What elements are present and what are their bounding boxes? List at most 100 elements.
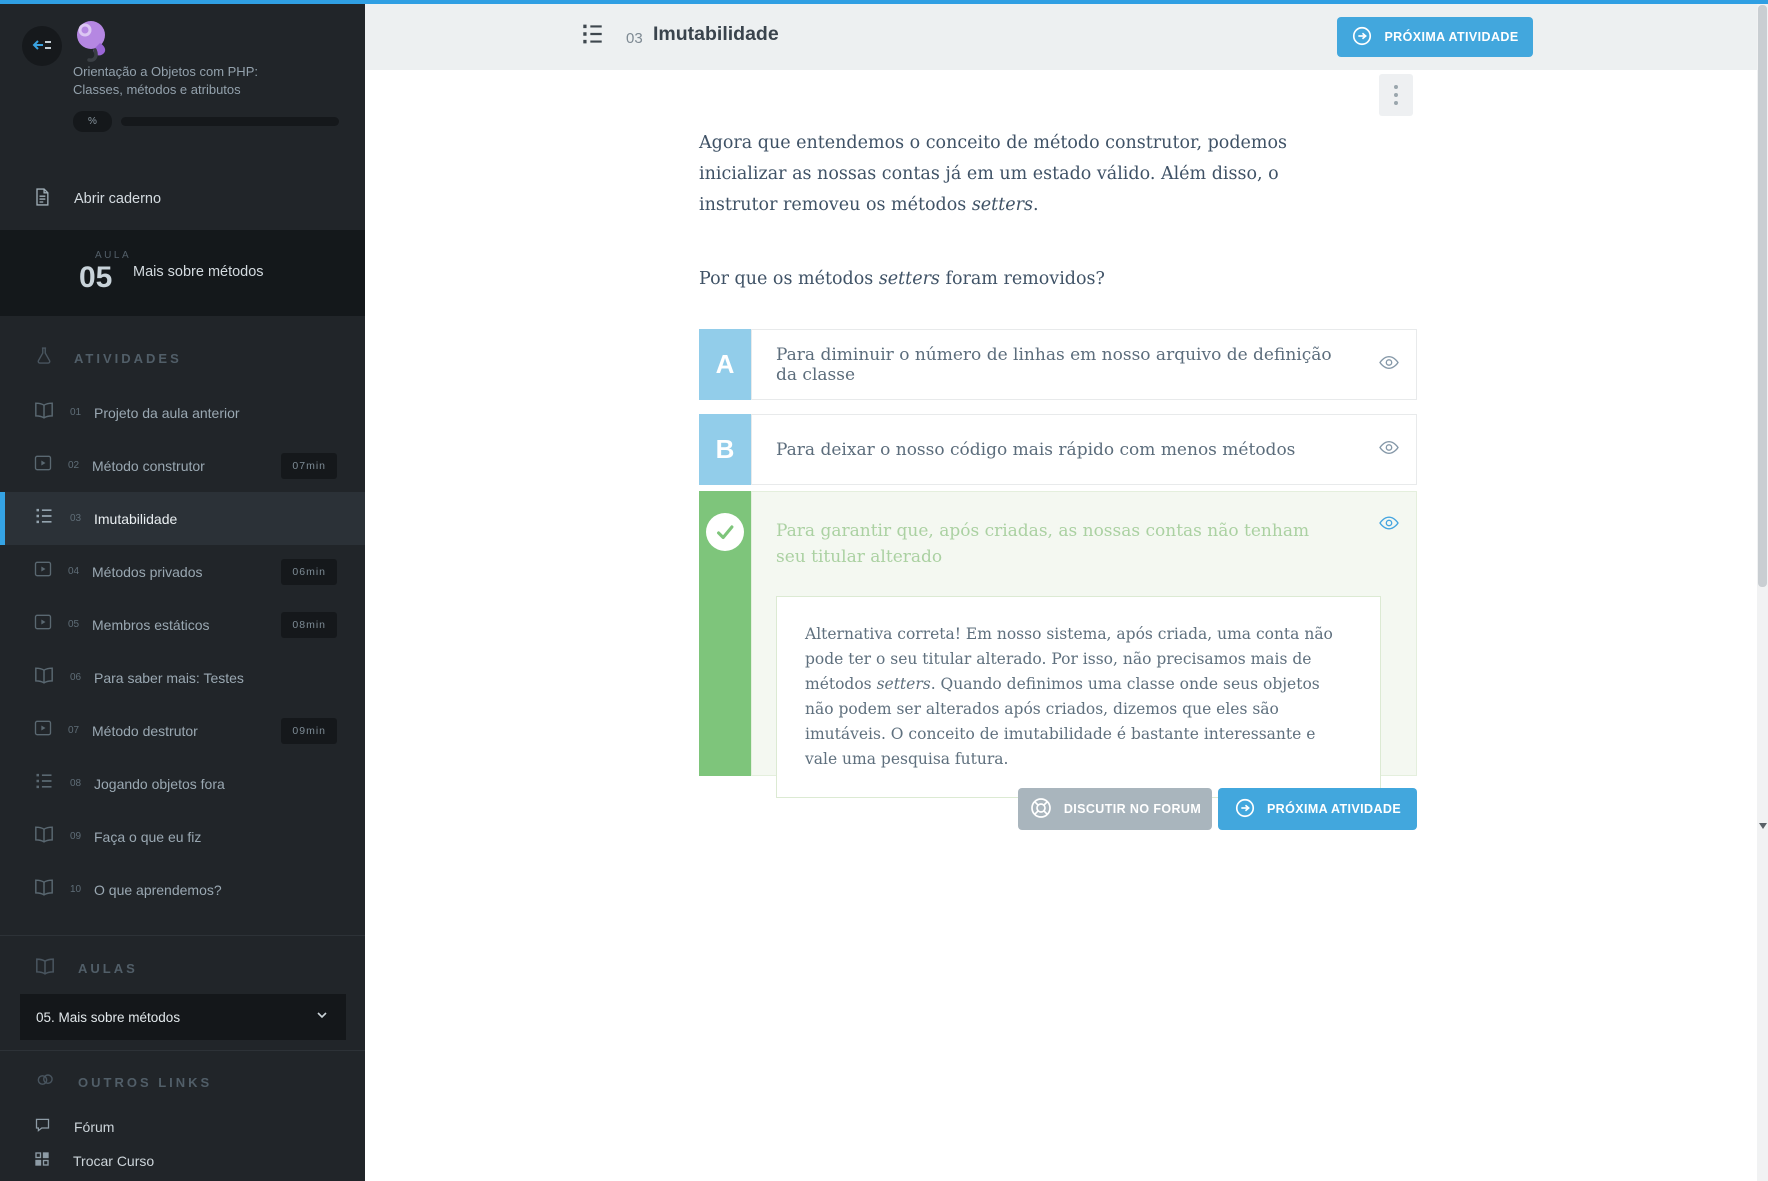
- lifebuoy-icon: [1029, 796, 1053, 823]
- lesson-select-dropdown[interactable]: 05. Mais sobre métodos: [20, 994, 346, 1040]
- eye-icon[interactable]: [1378, 438, 1400, 461]
- course-progress: %: [73, 111, 339, 132]
- duration-badge: 06min: [281, 558, 337, 585]
- option-b-body[interactable]: Para deixar o nosso código mais rápido c…: [751, 414, 1417, 485]
- activity-header: 03 Imutabilidade PRÓXIMA ATIVIDADE: [365, 4, 1768, 70]
- activity-label: O que aprendemos?: [94, 881, 222, 898]
- activity-label: Faça o que eu fiz: [94, 828, 202, 845]
- book-icon: [33, 665, 55, 690]
- collapse-arrow-icon: [30, 33, 54, 60]
- list-icon: [33, 771, 55, 796]
- arrow-right-circle-icon: [1234, 797, 1256, 822]
- arrow-right-circle-icon: [1351, 25, 1373, 50]
- sidebar-item-metodos-privados[interactable]: 04 Métodos privados 06min: [0, 545, 365, 598]
- section-divider: [0, 1050, 365, 1051]
- activity-number: 08: [70, 778, 82, 789]
- flask-icon: [34, 344, 54, 373]
- lesson-title: Mais sobre métodos: [133, 264, 264, 280]
- activity-number: 03: [626, 30, 643, 47]
- activity-label: Para saber mais: Testes: [94, 669, 244, 686]
- course-title-line1: Orientação a Objetos com PHP:: [73, 64, 258, 79]
- outros-links-header-label: OUTROS LINKS: [78, 1075, 213, 1090]
- section-divider: [0, 935, 365, 936]
- course-mascot-icon: [70, 18, 116, 68]
- option-letter-b: B: [699, 414, 751, 485]
- activity-number: 04: [68, 566, 80, 577]
- collapse-sidebar-button[interactable]: [22, 26, 62, 66]
- sidebar-item-projeto-da-aula-anterior[interactable]: 01 Projeto da aula anterior: [0, 386, 365, 439]
- eye-icon[interactable]: [1378, 353, 1400, 376]
- duration-badge: 07min: [281, 452, 337, 479]
- scrollbar-thumb[interactable]: [1758, 5, 1767, 587]
- question-text: Por que os métodos: [699, 268, 879, 289]
- open-book-icon: [34, 956, 56, 981]
- activity-number: 05: [68, 619, 80, 630]
- activity-label: Método construtor: [92, 457, 205, 474]
- quiz-list-icon: [579, 21, 606, 52]
- sidebar-item-membros-estaticos[interactable]: 05 Membros estáticos 08min: [0, 598, 365, 651]
- sidebar-link-trocar-curso[interactable]: Trocar Curso: [0, 1146, 365, 1176]
- discuss-forum-button[interactable]: DISCUTIR NO FORUM: [1018, 788, 1212, 830]
- progress-percent-badge: %: [73, 111, 112, 132]
- list-icon: [33, 506, 55, 531]
- kebab-dot: [1394, 85, 1398, 89]
- aulas-section-header: AULAS: [34, 956, 138, 981]
- sidebar-item-metodo-construtor[interactable]: 02 Método construtor 07min: [0, 439, 365, 492]
- progress-bar: [120, 117, 339, 126]
- answer-option-b[interactable]: B Para deixar o nosso código mais rápido…: [699, 414, 1417, 485]
- correct-option-body[interactable]: Para garantir que, após criadas, as noss…: [751, 491, 1417, 798]
- discuss-forum-label: DISCUTIR NO FORUM: [1063, 802, 1202, 816]
- book-icon: [33, 824, 55, 849]
- eye-icon-active[interactable]: [1378, 514, 1400, 537]
- lesson-select-value: 05. Mais sobre métodos: [36, 1009, 181, 1025]
- course-title: Orientação a Objetos com PHP: Classes, m…: [73, 63, 258, 99]
- next-activity-button-top[interactable]: PRÓXIMA ATIVIDADE: [1337, 17, 1533, 57]
- sidebar-item-para-saber-mais-testes[interactable]: 06 Para saber mais: Testes: [0, 651, 365, 704]
- chevron-down-icon: [314, 1007, 330, 1028]
- sidebar-item-faca-o-que-eu-fiz[interactable]: 09 Faça o que eu fiz: [0, 810, 365, 863]
- video-icon: [33, 718, 53, 743]
- sidebar-link-forum[interactable]: Fórum: [0, 1112, 365, 1142]
- scrollbar[interactable]: [1757, 4, 1768, 1181]
- book-icon: [33, 400, 55, 425]
- sidebar-item-jogando-objetos-fora[interactable]: 08 Jogando objetos fora: [0, 757, 365, 810]
- duration-badge: 08min: [281, 611, 337, 638]
- question-text: foram removidos?: [939, 268, 1105, 289]
- course-title-line2: Classes, métodos e atributos: [73, 82, 241, 97]
- activity-number: 03: [70, 513, 82, 524]
- kebab-dot: [1394, 93, 1398, 97]
- current-lesson-banner: AULA 05 Mais sobre métodos: [0, 230, 365, 316]
- kebab-menu-button[interactable]: [1379, 74, 1413, 116]
- activity-label: Jogando objetos fora: [94, 775, 225, 792]
- answer-option-correct[interactable]: Para garantir que, após criadas, as noss…: [699, 491, 1417, 798]
- option-letter-a: A: [699, 329, 751, 400]
- open-notebook-button[interactable]: Abrir caderno: [0, 176, 365, 222]
- activity-label: Métodos privados: [92, 563, 203, 580]
- activity-label: Imutabilidade: [94, 510, 178, 527]
- activities-header-label: ATIVIDADES: [74, 351, 182, 366]
- link-icon: [34, 1070, 56, 1095]
- sidebar: Orientação a Objetos com PHP: Classes, m…: [0, 4, 365, 1181]
- activity-number: 01: [70, 407, 82, 418]
- option-a-text: Para diminuir o número de linhas em noss…: [776, 344, 1332, 385]
- top-accent-bar: [0, 0, 1768, 4]
- activities-section-header: ATIVIDADES: [34, 344, 182, 373]
- answer-option-a[interactable]: A Para diminuir o número de linhas em no…: [699, 329, 1417, 400]
- sidebar-item-imutabilidade[interactable]: 03 Imutabilidade: [0, 492, 365, 545]
- activity-label: Projeto da aula anterior: [94, 404, 240, 421]
- option-a-body[interactable]: Para diminuir o número de linhas em noss…: [751, 329, 1417, 400]
- explanation-italic-term: setters: [876, 675, 931, 693]
- sidebar-item-metodo-destrutor[interactable]: 07 Método destrutor 09min: [0, 704, 365, 757]
- video-icon: [33, 612, 53, 637]
- sidebar-item-o-que-aprendemos[interactable]: 10 O que aprendemos?: [0, 863, 365, 916]
- question-paragraph-2: Por que os métodos setters foram removid…: [699, 264, 1355, 295]
- duration-badge: 09min: [281, 717, 337, 744]
- book-icon: [33, 877, 55, 902]
- page-title: Imutabilidade: [653, 23, 779, 45]
- lesson-number: 05: [79, 261, 113, 294]
- outros-links-section-header: OUTROS LINKS: [34, 1070, 212, 1095]
- activity-number: 10: [70, 884, 82, 895]
- next-activity-button-bottom[interactable]: PRÓXIMA ATIVIDADE: [1218, 788, 1417, 830]
- scrollbar-down-arrow[interactable]: [1757, 818, 1768, 834]
- activity-number: 06: [70, 672, 82, 683]
